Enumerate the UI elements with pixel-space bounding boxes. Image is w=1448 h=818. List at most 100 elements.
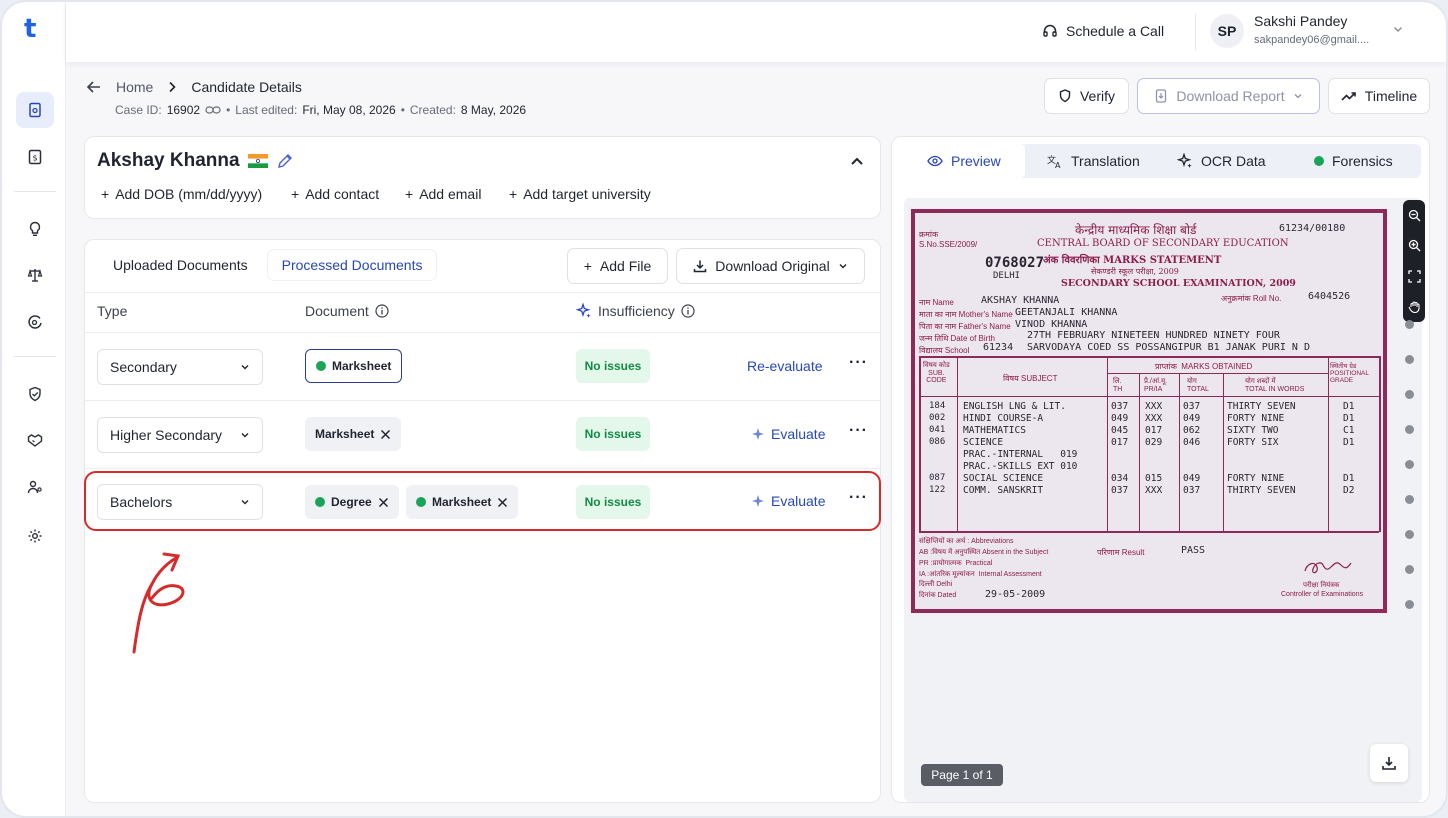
add-email-button[interactable]: + Add email <box>405 186 481 202</box>
globe-icon[interactable] <box>16 304 54 340</box>
document-type-value: Higher Secondary <box>110 427 223 443</box>
pan-hand-icon[interactable] <box>1408 300 1421 314</box>
svg-text:$: $ <box>32 154 37 163</box>
download-report-button[interactable]: Download Report <box>1137 78 1320 114</box>
sparkle-icon <box>576 303 591 318</box>
more-options-icon[interactable]: ··· <box>849 354 868 372</box>
column-document-label: Document <box>305 303 369 319</box>
collapse-chevron-icon[interactable] <box>850 153 864 171</box>
add-file-button[interactable]: + Add File <box>567 248 668 284</box>
re-evaluate-button[interactable]: Re-evaluate <box>747 358 823 374</box>
column-insufficiency: Insufficiency <box>576 303 695 319</box>
tab-ocr-data[interactable]: OCR Data <box>1177 144 1266 178</box>
tab-translation[interactable]: 文A Translation <box>1047 144 1140 178</box>
chevron-down-icon <box>839 264 847 269</box>
sparkle-icon <box>752 428 764 440</box>
zoom-toolbar <box>1403 200 1425 322</box>
add-university-button[interactable]: + Add target university <box>509 186 651 202</box>
lightbulb-icon[interactable] <box>16 211 54 247</box>
created-label: Created: <box>409 103 456 117</box>
document-chip-marksheet[interactable]: Marksheet <box>305 417 402 451</box>
last-edited-label: Last edited: <box>235 103 298 117</box>
status-dot <box>316 361 326 371</box>
billing-icon[interactable]: $ <box>16 139 54 175</box>
page-scroll-dots <box>1405 320 1417 635</box>
documents-icon[interactable] <box>16 92 54 128</box>
chip-label: Marksheet <box>315 427 375 441</box>
download-icon <box>1382 757 1396 770</box>
eye-icon <box>927 155 943 167</box>
user-email: sakpandey06@gmail.... <box>1254 34 1370 46</box>
back-arrow-icon[interactable] <box>86 80 102 94</box>
close-icon[interactable] <box>380 429 391 440</box>
tab-forensics[interactable]: Forensics <box>1314 144 1393 178</box>
download-report-label: Download Report <box>1176 88 1285 104</box>
document-tabs: Uploaded Documents Processed Documents <box>99 250 437 280</box>
download-original-label: Download Original <box>715 258 830 274</box>
download-icon <box>694 260 707 273</box>
breadcrumb-current: Candidate Details <box>191 79 302 95</box>
download-original-button[interactable]: Download Original <box>676 248 865 284</box>
avatar[interactable]: SP <box>1210 14 1244 48</box>
info-icon[interactable] <box>375 304 389 318</box>
evaluate-label: Evaluate <box>771 426 826 442</box>
document-type-select[interactable]: Higher Secondary <box>97 417 263 453</box>
document-type-value: Secondary <box>110 359 177 375</box>
edit-pencil-icon[interactable] <box>276 152 294 170</box>
user-name: Sakshi Pandey <box>1254 13 1348 29</box>
column-type: Type <box>97 303 128 319</box>
download-button[interactable] <box>1370 744 1408 782</box>
zoom-in-icon[interactable] <box>1408 239 1421 252</box>
settings-gear-icon[interactable] <box>16 518 54 554</box>
tab-preview[interactable]: Preview <box>903 144 1025 178</box>
tab-forensics-label: Forensics <box>1332 153 1393 169</box>
chevron-down-icon[interactable] <box>1392 22 1404 40</box>
timeline-button[interactable]: Timeline <box>1328 78 1430 114</box>
highlight-annotation <box>84 471 881 531</box>
app-logo[interactable]: t <box>24 14 50 44</box>
breadcrumb: Home Candidate Details <box>86 79 302 95</box>
translate-icon: 文A <box>1047 154 1061 168</box>
shield-icon <box>1059 89 1071 103</box>
case-id-label: Case ID: <box>115 103 162 117</box>
info-icon[interactable] <box>681 304 695 318</box>
handshake-icon[interactable] <box>16 422 54 458</box>
topbar: Schedule a Call SP Sakshi Pandey sakpand… <box>66 2 1446 62</box>
link-icon[interactable] <box>205 105 221 115</box>
tab-processed-documents[interactable]: Processed Documents <box>267 250 437 280</box>
tab-translation-label: Translation <box>1071 153 1140 169</box>
breadcrumb-home[interactable]: Home <box>116 79 153 95</box>
scales-icon[interactable] <box>16 257 54 293</box>
headset-icon <box>1043 24 1057 37</box>
india-flag-icon <box>247 154 268 168</box>
add-contact-button[interactable]: + Add contact <box>291 186 379 202</box>
tab-uploaded-documents[interactable]: Uploaded Documents <box>99 250 262 280</box>
shield-check-icon[interactable] <box>16 376 54 412</box>
zoom-out-icon[interactable] <box>1408 209 1421 222</box>
trend-icon <box>1341 92 1356 101</box>
chip-label: Marksheet <box>332 359 392 373</box>
add-file-label: Add File <box>599 258 652 274</box>
chevron-down-icon <box>241 365 249 370</box>
signature-image <box>1304 562 1352 574</box>
sidebar: t $ <box>2 2 66 816</box>
more-options-icon[interactable]: ··· <box>849 422 868 440</box>
fit-screen-icon[interactable] <box>1407 270 1421 283</box>
hand-drawn-arrow-annotation <box>132 552 185 654</box>
document-chip-marksheet[interactable]: Marksheet <box>305 349 403 383</box>
tab-ocr-label: OCR Data <box>1201 153 1266 169</box>
last-edited: Fri, May 08, 2026 <box>302 103 396 117</box>
app-frame: t $ Schedule a Call SP Sakshi Pandey sak… <box>0 0 1448 818</box>
status-dot <box>1314 156 1324 166</box>
add-dob-button[interactable]: + Add DOB (mm/dd/yyyy) <box>101 186 262 202</box>
subject-row: 184 <box>929 401 946 411</box>
timeline-label: Timeline <box>1364 88 1418 104</box>
add-email-label: Add email <box>419 186 482 202</box>
verify-button[interactable]: Verify <box>1044 78 1129 114</box>
chevron-right-icon <box>169 81 176 93</box>
candidate-name-row: Akshay Khanna <box>97 150 294 172</box>
document-type-select[interactable]: Secondary <box>97 349 263 385</box>
users-settings-icon[interactable] <box>16 469 54 505</box>
schedule-call-button[interactable]: Schedule a Call <box>1042 20 1164 42</box>
evaluate-button[interactable]: Evaluate <box>751 426 825 442</box>
